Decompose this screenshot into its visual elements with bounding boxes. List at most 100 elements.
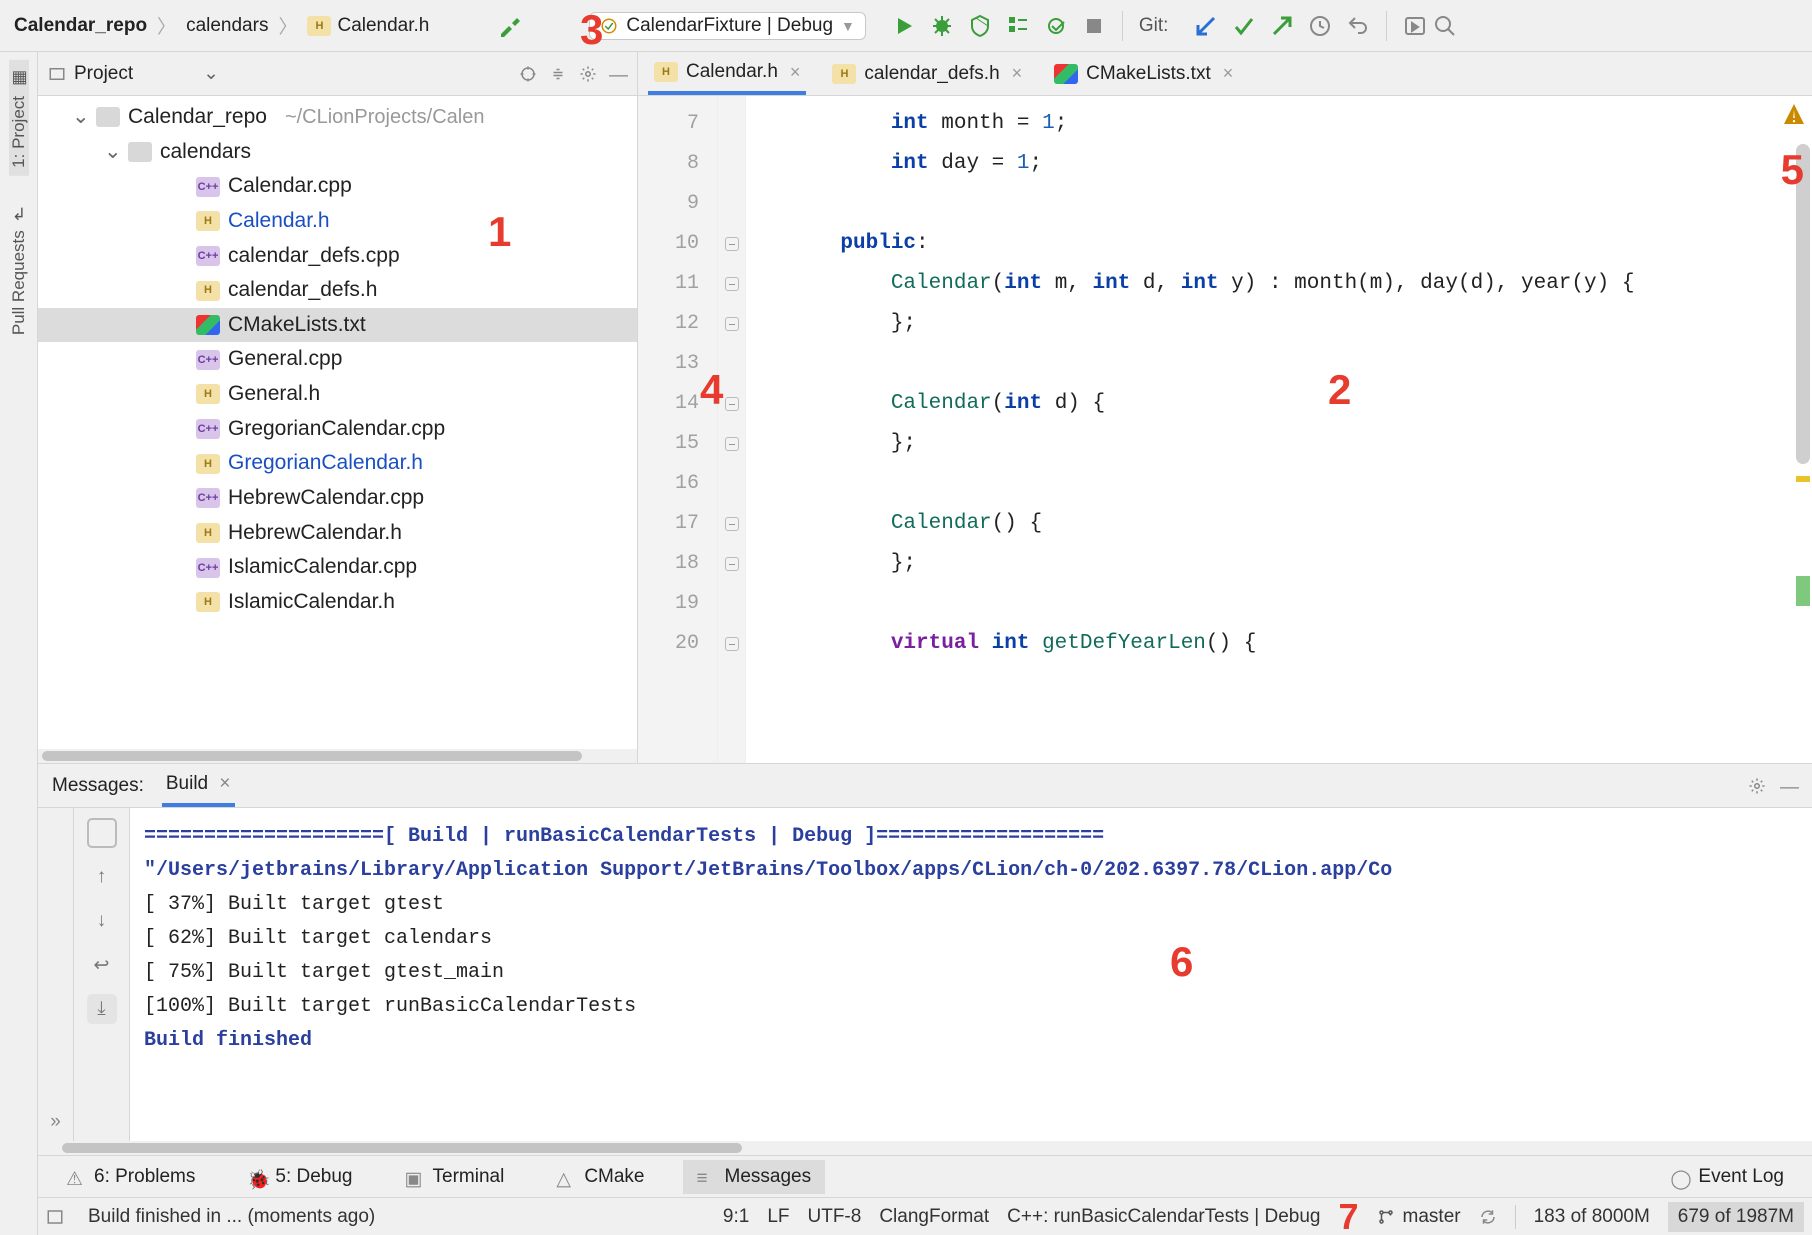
tree-row[interactable]: C++General.cpp (38, 342, 637, 377)
project-title[interactable]: Project (48, 63, 133, 85)
locate-icon[interactable] (519, 65, 537, 83)
fold-gutter-row[interactable] (718, 424, 745, 464)
run-config-selector[interactable]: CalendarFixture | Debug ▼ (589, 12, 866, 40)
error-stripe-warn[interactable] (1796, 476, 1810, 482)
line-number[interactable]: 20 (638, 624, 717, 664)
code-line[interactable]: public: (746, 224, 1812, 264)
tab-cmake[interactable]: △CMake (542, 1160, 658, 1194)
line-separator[interactable]: LF (767, 1206, 789, 1228)
update-icon[interactable] (1194, 14, 1218, 38)
gear-icon[interactable] (1748, 777, 1766, 795)
editor-tab[interactable]: CMakeLists.txt× (1048, 55, 1239, 93)
fold-gutter-row[interactable] (718, 264, 745, 304)
fold-marker-icon[interactable] (725, 397, 739, 411)
tree-row[interactable]: Hcalendar_defs.h (38, 273, 637, 308)
fold-marker-icon[interactable] (725, 317, 739, 331)
tree-row[interactable]: C++GregorianCalendar.cpp (38, 412, 637, 447)
fold-gutter-row[interactable] (718, 104, 745, 144)
code-line[interactable] (746, 184, 1812, 224)
down-icon[interactable]: ↓ (87, 906, 117, 936)
messages-output[interactable]: 6 ====================[ Build | runBasic… (130, 808, 1812, 1141)
gear-icon[interactable] (579, 65, 597, 83)
line-number[interactable]: 9 (638, 184, 717, 224)
line-number[interactable]: 15 (638, 424, 717, 464)
tool-tab-project[interactable]: 1: Project ▦ (9, 60, 29, 176)
line-number[interactable]: 16 (638, 464, 717, 504)
fold-gutter-row[interactable] (718, 184, 745, 224)
formatter[interactable]: ClangFormat (879, 1206, 989, 1228)
fold-gutter-row[interactable] (718, 544, 745, 584)
soft-wrap-icon[interactable]: ↩ (87, 950, 117, 980)
fold-marker-icon[interactable] (725, 637, 739, 651)
fold-gutter-row[interactable] (718, 344, 745, 384)
fold-gutter-row[interactable] (718, 624, 745, 664)
fold-gutter-row[interactable] (718, 304, 745, 344)
fold-marker-icon[interactable] (725, 557, 739, 571)
line-number[interactable]: 19 (638, 584, 717, 624)
commit-icon[interactable] (1232, 14, 1256, 38)
fold-marker-icon[interactable] (725, 277, 739, 291)
hide-icon[interactable]: — (609, 65, 627, 83)
fold-gutter-row[interactable] (718, 584, 745, 624)
fold-gutter-row[interactable] (718, 384, 745, 424)
code-line[interactable]: Calendar() { (746, 504, 1812, 544)
tree-row[interactable]: C++HebrewCalendar.cpp (38, 481, 637, 516)
disclosure-icon[interactable]: ⌄ (72, 100, 88, 135)
code-area[interactable]: int month = 1; int day = 1; public: Cale… (746, 96, 1812, 763)
tree-row[interactable]: HIslamicCalendar.h (38, 585, 637, 620)
history-icon[interactable] (1308, 14, 1332, 38)
code-line[interactable] (746, 584, 1812, 624)
code-line[interactable]: int day = 1; (746, 144, 1812, 184)
status-message[interactable]: Build finished in ... (moments ago) (88, 1206, 375, 1228)
code-line[interactable] (746, 344, 1812, 384)
push-icon[interactable] (1270, 14, 1294, 38)
messages-hscrollbar[interactable] (38, 1141, 1812, 1155)
chevron-down-icon[interactable]: ⌄ (203, 62, 219, 85)
tree-row[interactable]: C++IslamicCalendar.cpp (38, 550, 637, 585)
line-number[interactable]: 18 (638, 544, 717, 584)
tree-row[interactable]: HGregorianCalendar.h (38, 446, 637, 481)
messages-expand[interactable]: » (38, 808, 74, 1141)
tool-windows-icon[interactable] (46, 1208, 64, 1226)
close-icon[interactable]: × (790, 62, 801, 83)
encoding[interactable]: UTF-8 (808, 1206, 862, 1228)
fold-gutter-row[interactable] (718, 504, 745, 544)
close-icon[interactable]: × (1012, 63, 1023, 84)
fold-marker-icon[interactable] (725, 437, 739, 451)
messages-tab-build[interactable]: Build × (162, 765, 235, 807)
fold-gutter-row[interactable] (718, 144, 745, 184)
tree-row[interactable]: C++calendar_defs.cpp (38, 239, 637, 274)
context[interactable]: C++: runBasicCalendarTests | Debug (1007, 1206, 1320, 1228)
code-line[interactable]: int month = 1; (746, 104, 1812, 144)
code-line[interactable]: }; (746, 544, 1812, 584)
sync-icon[interactable] (1479, 1208, 1497, 1226)
memory-indicator-1[interactable]: 183 of 8000M (1534, 1206, 1650, 1228)
tab-problems[interactable]: ⚠6: Problems (52, 1160, 209, 1194)
rollback-icon[interactable] (1346, 14, 1370, 38)
code-editor[interactable]: 7891011121314151617181920 int month = 1;… (638, 96, 1812, 763)
coverage-icon[interactable] (968, 14, 992, 38)
code-line[interactable]: Calendar(int d) { (746, 384, 1812, 424)
caret-position[interactable]: 9:1 (723, 1206, 749, 1228)
fold-gutter-row[interactable] (718, 224, 745, 264)
expand-all-icon[interactable] (549, 65, 567, 83)
profile-icon[interactable] (1006, 14, 1030, 38)
run-icon[interactable] (892, 14, 916, 38)
editor-tab[interactable]: Hcalendar_defs.h× (826, 55, 1028, 93)
tree-row[interactable]: HGeneral.h (38, 377, 637, 412)
code-line[interactable]: virtual int getDefYearLen() { (746, 624, 1812, 664)
tree-row[interactable]: HHebrewCalendar.h (38, 516, 637, 551)
code-line[interactable]: Calendar(int m, int d, int y) : month(m)… (746, 264, 1812, 304)
debug-icon[interactable] (930, 14, 954, 38)
line-number[interactable]: 14 (638, 384, 717, 424)
line-number[interactable]: 12 (638, 304, 717, 344)
tab-event-log[interactable]: ◯Event Log (1656, 1160, 1798, 1194)
code-line[interactable] (746, 464, 1812, 504)
git-branch[interactable]: master (1377, 1206, 1461, 1228)
breadcrumb-dir[interactable]: calendars (182, 13, 272, 39)
line-number[interactable]: 11 (638, 264, 717, 304)
code-line[interactable]: }; (746, 424, 1812, 464)
editor-tab[interactable]: HCalendar.h× (648, 53, 806, 95)
line-number[interactable]: 13 (638, 344, 717, 384)
breadcrumb-file[interactable]: H Calendar.h (303, 13, 433, 39)
